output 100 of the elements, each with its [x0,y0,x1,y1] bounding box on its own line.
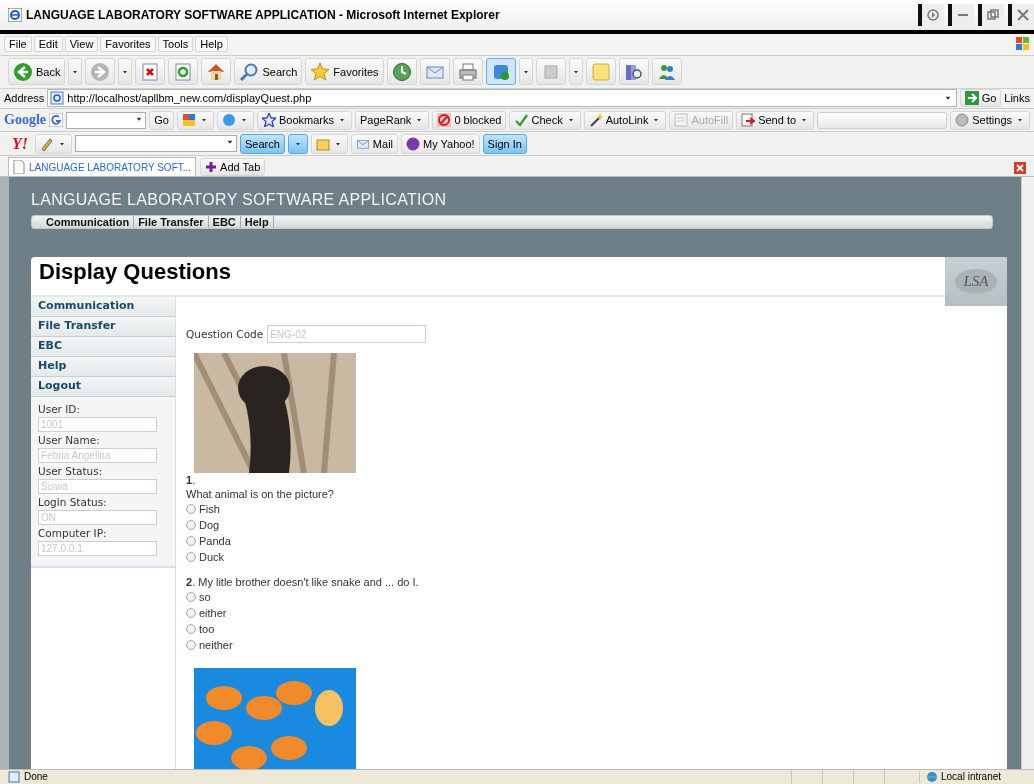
toolbar-button[interactable]: Settings [950,110,1030,130]
history-icon [391,61,412,82]
stop-button[interactable] [135,58,166,86]
menu-item[interactable]: File [4,36,32,53]
nav-link[interactable]: File Transfer [134,216,209,229]
scrollbar[interactable] [1021,177,1034,769]
dropdown-button[interactable] [568,58,583,86]
nav-link[interactable]: Help [240,216,274,229]
toolbar-button[interactable] [216,110,254,130]
address-field[interactable]: http://localhost/apllbm_new.com/displayQuest.php [47,89,957,108]
option-label: Duck [199,551,225,564]
go-button[interactable]: Go [149,110,174,130]
plus-icon [205,161,218,174]
field-label: User Name: [38,434,101,447]
google-g-icon [49,113,63,128]
toolbar-button[interactable]: Check [509,110,581,130]
radio-button[interactable] [186,504,196,515]
forward-button[interactable] [85,58,116,86]
dropdown-button[interactable] [68,58,83,86]
refresh-button[interactable] [168,58,199,86]
sidebar-link[interactable]: EBC [31,337,175,358]
dropdown-button[interactable] [287,133,308,154]
radio-button[interactable] [186,624,196,635]
yahoo-badge-icon [406,136,421,151]
toolbar-button[interactable]: PageRank [355,110,430,130]
page-icon [8,771,20,783]
radio-button[interactable] [186,536,196,547]
go-button[interactable]: Go [959,89,1002,108]
history-button[interactable] [386,58,417,86]
back-button[interactable]: Back [8,58,66,86]
toolbar-button[interactable]: 0 blocked [432,110,507,130]
window-title: LANGUAGE LABORATORY SOFTWARE APPLICATION - Microsoft Internet Explorer [26,7,501,22]
home-button[interactable] [201,58,232,86]
address-label: Address [4,92,45,105]
option-label: either [199,607,227,620]
search-field[interactable] [66,111,147,129]
toolbar-button[interactable]: Bookmarks [256,110,352,130]
nav-link[interactable]: EBC [208,216,241,229]
browser-logo-icon [8,7,22,22]
toolbar-button[interactable] [310,133,348,154]
refresh-icon [173,61,194,82]
favorites-button[interactable]: Favorites [305,58,384,86]
dropdown-button[interactable] [518,58,533,86]
radio-button[interactable] [186,592,196,603]
toolbar-button[interactable]: Mail [350,133,399,154]
sidebar-link[interactable]: Help [31,357,175,378]
people-button[interactable] [651,58,682,86]
toolbar-button[interactable]: AutoLink [583,110,667,130]
menu-item[interactable]: Help [195,36,228,53]
radio-button[interactable] [186,640,196,651]
nav-link[interactable]: Communication [42,216,135,229]
windows-logo-icon [1016,37,1030,52]
add-tab-button[interactable]: Add Tab [200,158,266,177]
sidebar-link[interactable]: File Transfer [31,317,175,338]
close-icon[interactable] [1016,7,1030,22]
option-label: so [199,591,211,604]
menu-item[interactable]: Tools [157,36,194,53]
page-heading: Display Questions [38,258,232,287]
printer-icon [457,61,478,82]
home-icon [206,61,227,82]
question-number: 1. [186,473,197,488]
toolbar-button[interactable] [176,110,214,130]
radio-button[interactable] [186,520,196,531]
search-button[interactable]: Search [234,58,303,86]
field-label: Login Status: [38,496,108,509]
yahoo-logo: Y! [11,134,29,153]
toolbar-button[interactable]: Sign In [482,133,527,154]
form-icon [674,113,689,128]
links-button[interactable]: Links [1004,92,1030,105]
blocked-icon [437,113,452,128]
option-label: too [199,623,215,636]
mail-button[interactable] [419,58,450,86]
sidebar-link[interactable]: Logout [31,377,175,398]
google-logo: Google [4,112,46,129]
close-tab-icon[interactable] [1014,162,1026,175]
search-icon [239,61,260,82]
app-title: LANGUAGE LABORATORY SOFTWARE APPLICATION [31,190,448,211]
question-text: 2. My litle brother doesn't like snake and ... do I. [186,575,420,590]
menu-item[interactable]: View [64,36,99,53]
search-field[interactable] [75,135,237,153]
menu-item[interactable]: Favorites [100,36,156,53]
field-label: Computer IP: [38,527,108,540]
pencil-button[interactable] [35,133,72,154]
browser-tab[interactable]: LANGUAGE LABORATORY SOFT... [8,157,197,177]
radio-button[interactable] [186,608,196,619]
menu-item[interactable]: Edit [33,36,63,53]
radio-button[interactable] [186,552,196,563]
sidebar-link[interactable]: Communication [31,297,175,318]
toolbar-search-field[interactable] [817,111,948,129]
option-label: Panda [199,535,231,548]
restore-icon[interactable] [986,7,1000,22]
puzzle-icon [181,113,196,128]
research-button[interactable] [618,58,649,86]
option-label: Fish [199,503,220,516]
blank-button[interactable] [535,58,566,86]
toolbar-button[interactable]: Search [240,133,285,154]
toolbar-button[interactable]: Send to [736,110,815,130]
toolbar-button[interactable]: My Yahoo! [401,133,480,154]
wand-icon [588,113,603,128]
print-button[interactable] [452,58,483,86]
